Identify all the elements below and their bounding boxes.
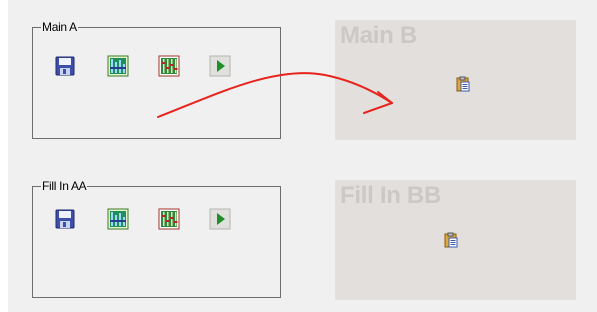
- bar-chart-icon: [107, 55, 129, 77]
- play-icon: [209, 55, 231, 77]
- panel-title-main-b: Main B: [340, 22, 417, 49]
- play-icon: [209, 208, 231, 230]
- equalizer-button[interactable]: [158, 208, 180, 230]
- group-title-fill-in-aa: Fill In AA: [41, 179, 88, 193]
- play-button[interactable]: [209, 55, 231, 77]
- bar-chart-icon: [107, 208, 129, 230]
- paste-icon: [456, 76, 470, 92]
- paste-button[interactable]: [455, 76, 471, 92]
- panel-fill-in-bb[interactable]: Fill In BB: [335, 180, 576, 300]
- group-main-a: Main A: [32, 20, 281, 139]
- bar-chart-button[interactable]: [107, 55, 129, 77]
- bar-chart-button[interactable]: [107, 208, 129, 230]
- save-icon: [55, 209, 75, 229]
- save-icon: [55, 56, 75, 76]
- save-button[interactable]: [54, 55, 76, 77]
- equalizer-icon: [158, 208, 180, 230]
- paste-icon: [444, 232, 458, 248]
- group-title-main-a: Main A: [41, 20, 78, 34]
- paste-button[interactable]: [443, 232, 459, 248]
- equalizer-icon: [158, 55, 180, 77]
- panel-title-fill-in-bb: Fill In BB: [340, 182, 441, 209]
- play-button[interactable]: [209, 208, 231, 230]
- equalizer-button[interactable]: [158, 55, 180, 77]
- group-fill-in-aa: Fill In AA: [32, 179, 281, 298]
- save-button[interactable]: [54, 208, 76, 230]
- panel-main-b[interactable]: Main B: [335, 20, 576, 140]
